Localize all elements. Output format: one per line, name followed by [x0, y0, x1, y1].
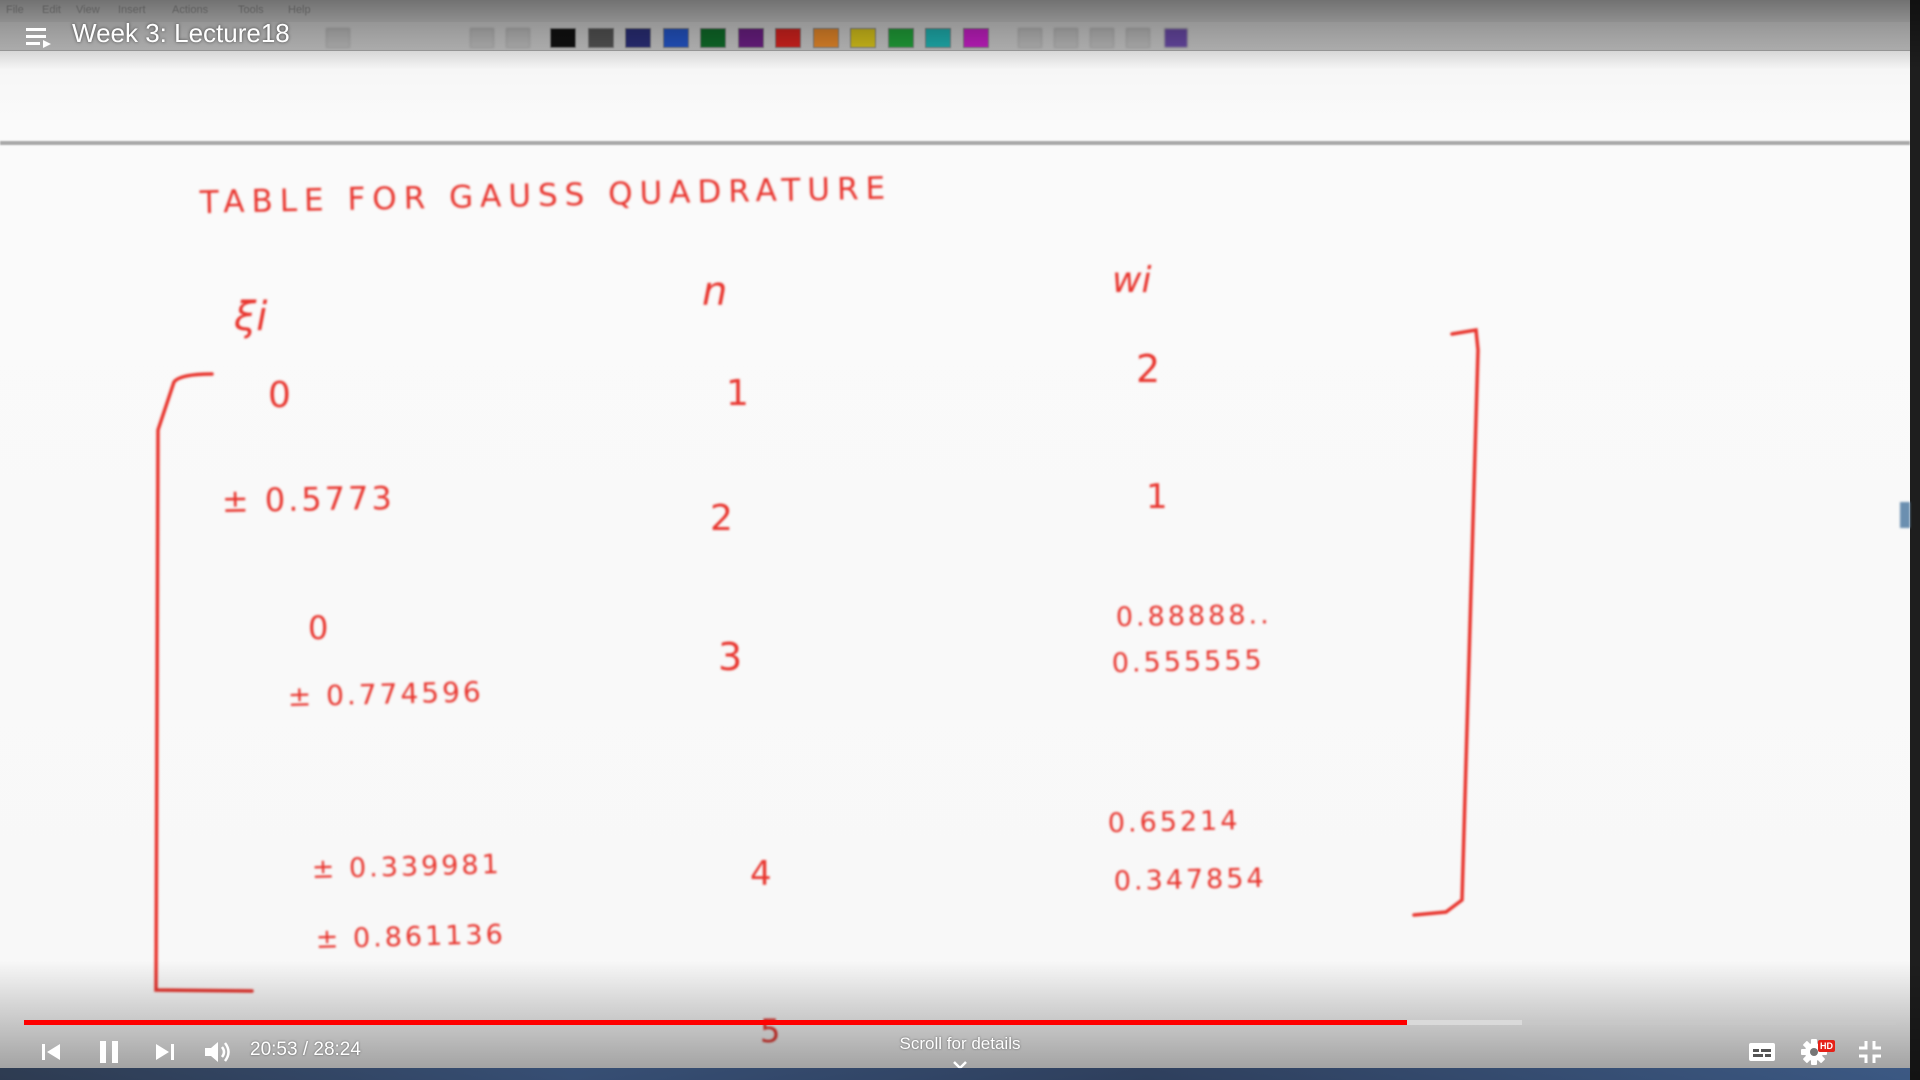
window-edge — [1910, 0, 1920, 1080]
volume-button[interactable] — [200, 1036, 236, 1068]
duration: 28:24 — [313, 1039, 361, 1060]
video-title[interactable]: Week 3: Lecture18 — [72, 18, 290, 49]
progress-bar[interactable] — [24, 1020, 1896, 1025]
exit-fullscreen-button[interactable] — [1852, 1036, 1888, 1068]
taskbar-strip — [0, 1068, 1910, 1080]
weight-value: 0.88888.. — [1116, 599, 1272, 633]
previous-button[interactable] — [36, 1036, 66, 1068]
xi-value: ± 0.339981 — [311, 849, 502, 885]
playlist-icon — [26, 28, 51, 48]
video-frame[interactable]: File Edit View Insert Actions Tools Help… — [0, 0, 1910, 1080]
n-value: 3 — [718, 635, 742, 679]
scroll-for-details[interactable]: Scroll for details — [860, 1034, 1060, 1054]
weight-value: 1 — [1146, 477, 1168, 517]
hd-badge: HD — [1818, 1040, 1835, 1052]
xi-value: 0 — [308, 609, 328, 647]
exit-fullscreen-icon — [1859, 1041, 1881, 1063]
n-value: 1 — [726, 373, 749, 414]
xi-value: 0 — [268, 375, 291, 416]
n-value: 5 — [760, 1012, 780, 1050]
previous-icon — [42, 1044, 60, 1060]
progress-played — [24, 1020, 1408, 1025]
playlist-button[interactable] — [24, 24, 54, 50]
weight-value: 0.347854 — [1113, 863, 1266, 897]
time-separator: / — [302, 1039, 309, 1060]
pause-icon — [100, 1041, 118, 1063]
xi-value: ± 0.774596 — [287, 675, 484, 713]
next-icon — [156, 1044, 174, 1060]
current-time: 20:53 — [250, 1039, 298, 1060]
column-label-w: wi — [1112, 260, 1151, 301]
right-bracket — [1412, 327, 1480, 917]
weight-value: 0.65214 — [1107, 805, 1240, 839]
weight-value: 2 — [1136, 347, 1160, 391]
xi-value: ± 0.861136 — [315, 919, 506, 955]
subtitles-icon — [1749, 1043, 1775, 1061]
n-value: 2 — [710, 498, 733, 539]
xi-value: ± 0.5773 — [221, 479, 395, 520]
column-label-xi: ξi — [233, 294, 267, 340]
n-value: 4 — [750, 854, 772, 894]
side-panel-tab[interactable] — [1900, 502, 1910, 528]
board-heading: TABLE FOR GAUSS QUADRATURE — [198, 171, 892, 222]
next-button[interactable] — [150, 1036, 180, 1068]
pause-button[interactable] — [92, 1036, 126, 1068]
weight-value: 0.555555 — [1111, 645, 1264, 679]
subtitles-button[interactable] — [1744, 1036, 1780, 1068]
column-label-n: n — [702, 269, 727, 315]
time-display: 20:53 / 28:24 — [250, 1039, 361, 1061]
whiteboard-drawing: TABLE FOR GAUSS QUADRATURE ξi n wi 0 1 2… — [154, 171, 1480, 1050]
volume-icon — [205, 1042, 230, 1062]
left-bracket — [154, 372, 254, 993]
